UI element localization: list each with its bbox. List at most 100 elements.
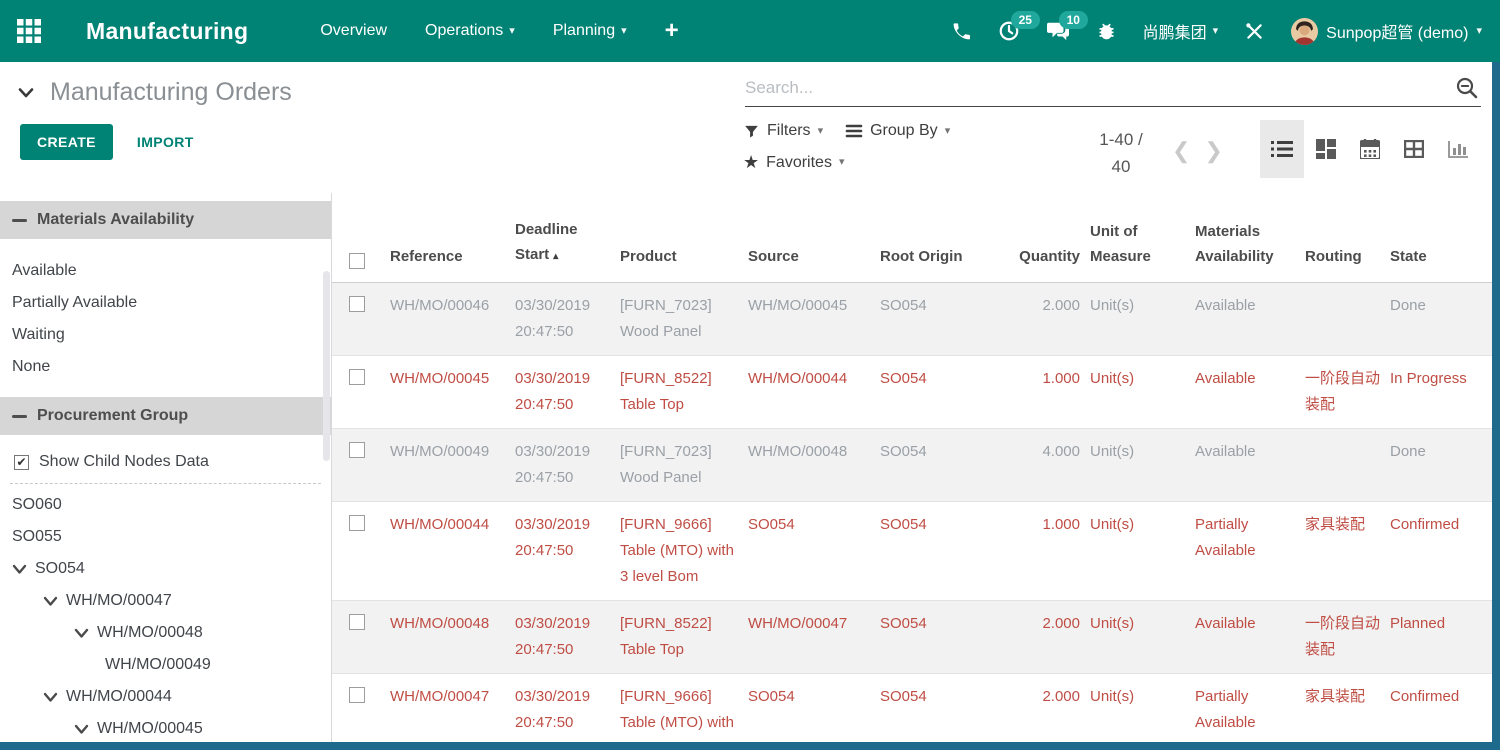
column-header-root-origin[interactable]: Root Origin	[880, 244, 1012, 282]
facet-item[interactable]: Partially Available	[0, 287, 331, 319]
filters-menu[interactable]: Filters ▾	[743, 122, 823, 140]
table-row[interactable]: WH/MO/0004503/30/201920:47:50[FURN_8522]…	[332, 356, 1500, 429]
cell-state: Done	[1390, 429, 1480, 501]
column-header-product[interactable]: Product	[620, 244, 748, 282]
tree-item[interactable]: SO055	[0, 526, 331, 548]
table-row[interactable]: WH/MO/0004703/30/201920:47:50[FURN_9666]…	[332, 674, 1500, 742]
section-procurement-group[interactable]: Procurement Group	[0, 397, 331, 435]
quick-add-button[interactable]: +	[665, 19, 679, 43]
import-button[interactable]: IMPORT	[137, 134, 194, 150]
select-all-checkbox[interactable]	[349, 253, 365, 269]
tree-item-label: WH/MO/00049	[105, 654, 211, 676]
table-row[interactable]: WH/MO/0004803/30/201920:47:50[FURN_8522]…	[332, 601, 1500, 674]
bug-icon[interactable]	[1096, 21, 1117, 42]
menu-planning[interactable]: Planning ▾	[553, 22, 627, 40]
cell-routing: 家具装配	[1305, 502, 1390, 600]
tree-item-label: SO060	[12, 494, 62, 516]
column-header-routing[interactable]: Routing	[1305, 244, 1390, 282]
tree-item[interactable]: WH/MO/00048	[0, 622, 331, 644]
column-header-state[interactable]: State	[1390, 244, 1480, 282]
collapse-minus-icon	[12, 219, 27, 222]
vertical-scrollbar[interactable]	[1492, 62, 1500, 742]
cell-routing: 家具装配	[1305, 674, 1390, 742]
tree-item[interactable]: WH/MO/00049	[0, 654, 331, 676]
magnifier-minus-icon[interactable]	[1455, 76, 1479, 100]
pivot-view-button[interactable]	[1392, 120, 1436, 178]
search-input[interactable]	[745, 74, 1481, 107]
row-checkbox[interactable]	[349, 687, 365, 703]
apps-grid-icon[interactable]	[14, 16, 44, 46]
row-checkbox[interactable]	[349, 442, 365, 458]
breadcrumb-chevron-icon[interactable]	[18, 87, 34, 99]
facet-item[interactable]: Available	[0, 255, 331, 287]
cell-quantity: 1.000	[1012, 356, 1090, 428]
cell	[332, 601, 390, 673]
cell	[332, 356, 390, 428]
graph-view-button[interactable]	[1436, 120, 1480, 178]
column-header-reference[interactable]: Reference	[390, 244, 515, 282]
column-header-quantity[interactable]: Quantity	[1012, 244, 1090, 282]
user-menu[interactable]: Sunpop超管 (demo) ▾	[1291, 18, 1482, 45]
tree-item[interactable]: SO054	[0, 558, 331, 580]
group-by-menu[interactable]: Group By ▾	[845, 122, 950, 140]
row-checkbox[interactable]	[349, 515, 365, 531]
table-row[interactable]: WH/MO/0004403/30/201920:47:50[FURN_9666]…	[332, 502, 1500, 601]
cell-product: [FURN_9666] Table (MTO) with 3 level Bom	[620, 674, 748, 742]
column-header-materials-availability[interactable]: Materials Availability	[1195, 219, 1305, 282]
section-materials-availability[interactable]: Materials Availability	[0, 201, 331, 239]
cell-quantity: 2.000	[1012, 674, 1090, 742]
cell-product: [FURN_8522] Table Top	[620, 601, 748, 673]
cell-root-origin: SO054	[880, 502, 1012, 600]
row-checkbox[interactable]	[349, 369, 365, 385]
tree-item-label: SO054	[35, 558, 85, 580]
cell-source: SO054	[748, 674, 880, 742]
cell-uom: Unit(s)	[1090, 283, 1195, 355]
tree-item[interactable]: WH/MO/00047	[0, 590, 331, 612]
create-button[interactable]: CREATE	[20, 124, 113, 160]
cell-quantity: 2.000	[1012, 283, 1090, 355]
breadcrumb: Manufacturing Orders	[18, 78, 292, 107]
menu-overview[interactable]: Overview	[320, 22, 387, 40]
chevron-down-icon	[74, 628, 89, 639]
cell-deadline-start: 03/30/201920:47:50	[515, 601, 620, 673]
chevron-down-icon: ▾	[1213, 26, 1219, 37]
pager-prev-button[interactable]: ❮	[1172, 140, 1190, 162]
facet-item[interactable]: None	[0, 351, 331, 383]
cell-source: WH/MO/00047	[748, 601, 880, 673]
tools-icon[interactable]	[1244, 21, 1265, 42]
tree-item[interactable]: SO060	[0, 494, 331, 516]
row-checkbox[interactable]	[349, 614, 365, 630]
chevron-down-icon	[43, 596, 58, 607]
tree-item-label: WH/MO/00047	[66, 590, 172, 612]
cell-reference: WH/MO/00048	[390, 601, 515, 673]
column-header-deadline-start[interactable]: Deadline Start▴	[515, 217, 620, 282]
facet-item[interactable]: Waiting	[0, 319, 331, 351]
sidebar-scrollbar[interactable]	[323, 271, 330, 461]
favorites-menu[interactable]: ★ Favorites ▾	[743, 152, 844, 173]
cell-deadline-start: 03/30/201920:47:50	[515, 502, 620, 600]
show-child-nodes-checkbox[interactable]: ✔ Show Child Nodes Data	[0, 445, 331, 473]
tree-item[interactable]: WH/MO/00044	[0, 686, 331, 708]
messages-chat-icon[interactable]: 10	[1046, 20, 1070, 42]
activities-clock-icon[interactable]: 25	[998, 20, 1020, 42]
menu-operations[interactable]: Operations ▾	[425, 22, 515, 40]
chevron-down-icon: ▾	[1476, 26, 1482, 37]
cell-state: Confirmed	[1390, 674, 1480, 742]
table-row[interactable]: WH/MO/0004903/30/201920:47:50[FURN_7023]…	[332, 429, 1500, 502]
list-view-button[interactable]	[1260, 120, 1304, 178]
checkbox-checked-icon: ✔	[14, 455, 29, 470]
cell-reference: WH/MO/00049	[390, 429, 515, 501]
horizontal-scrollbar[interactable]	[0, 742, 1500, 750]
table-row[interactable]: WH/MO/0004603/30/201920:47:50[FURN_7023]…	[332, 283, 1500, 356]
column-header-uom[interactable]: Unit of Measure	[1090, 219, 1195, 282]
tree-item[interactable]: WH/MO/00045	[0, 718, 331, 740]
list-view: Reference Deadline Start▴ Product Source…	[332, 193, 1500, 742]
calendar-view-button[interactable]	[1348, 120, 1392, 178]
divider	[10, 483, 321, 484]
company-switcher[interactable]: 尚鹏集团 ▾	[1143, 19, 1219, 43]
column-header-source[interactable]: Source	[748, 244, 880, 282]
kanban-view-button[interactable]	[1304, 120, 1348, 178]
phone-icon[interactable]	[951, 21, 972, 42]
row-checkbox[interactable]	[349, 296, 365, 312]
pager-next-button[interactable]: ❯	[1204, 140, 1222, 162]
